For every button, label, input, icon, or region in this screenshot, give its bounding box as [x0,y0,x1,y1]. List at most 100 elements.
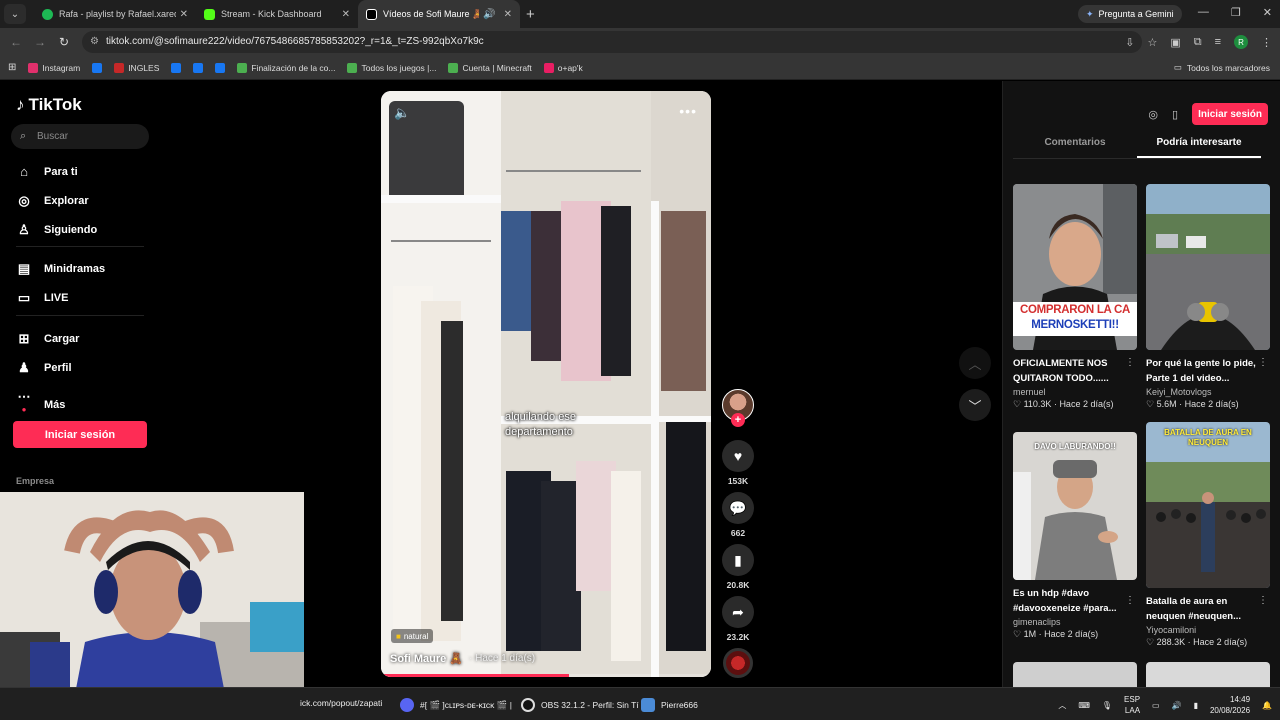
close-tab-icon[interactable]: ✕ [342,9,350,20]
video-thumbnail[interactable]: DAVO LABURANDO!! [1013,432,1137,580]
sidebar-item-cargar[interactable]: ⊞ Cargar [16,331,80,347]
more-options-icon[interactable]: ⋮ [1125,595,1135,606]
follow-plus-icon[interactable]: + [731,413,745,427]
phone-icon[interactable]: ▯ [1172,108,1178,121]
battery-icon[interactable]: ▮ [1194,701,1198,710]
video-thumbnail[interactable] [1146,184,1270,350]
extensions-icon[interactable]: ⧉ [1194,36,1202,49]
next-video-button[interactable]: ﹀ [959,389,991,421]
comment-button[interactable]: 💬 662 [722,492,754,538]
previous-video-button[interactable]: ︿ [959,347,991,379]
sidebar-item-mas[interactable]: ⋯● Más [16,389,66,420]
minimize-icon[interactable]: — [1198,6,1209,19]
more-options-icon[interactable]: ••• [679,103,697,119]
bookmark-item[interactable]: Instagram [28,62,80,73]
profile-avatar[interactable]: R [1234,35,1248,49]
video-player[interactable]: 🔈 ••• alquilando ese departamento ■ natu… [381,91,711,677]
bookmark-item[interactable]: INGLES [114,62,159,73]
bookmark-icon [448,62,459,73]
menu-icon[interactable]: ⋮ [1261,36,1272,49]
company-link[interactable]: Empresa [16,476,54,486]
search-input[interactable]: ⌕ Buscar [11,124,149,149]
tab-tiktok[interactable]: Vídeos de Sofi Maure 🧸 ( 🔊 ✕ [358,0,520,28]
tab-comentarios[interactable]: Comentarios [1013,137,1137,158]
video-progress-bar[interactable] [381,674,711,677]
bookmark-item[interactable]: Cuenta | Minecraft [448,62,532,73]
more-options-icon[interactable]: ⋮ [1125,357,1135,368]
language-indicator[interactable]: ESP LAA [1124,694,1140,716]
network-icon[interactable]: ▭ [1152,701,1160,710]
more-options-icon[interactable]: ⋮ [1258,357,1268,368]
video-author[interactable]: Sofi Maure 🧸 · Hace 1 día(s) [390,652,535,665]
music-disc-icon[interactable] [723,648,753,678]
tab-podria-interesarte[interactable]: Podría interesarte [1137,137,1261,158]
sidebar-item-explorar[interactable]: ◎ Explorar [16,193,88,209]
screenshot-icon[interactable]: ▣ [1170,36,1180,49]
url-field[interactable]: ⚙ tiktok.com/@sofimaure222/video/7675486… [82,31,1142,53]
login-button[interactable]: Iniciar sesión [13,421,147,448]
video-thumbnail[interactable] [1146,662,1270,687]
media-icon[interactable]: ≡ [1215,36,1221,48]
like-button[interactable]: ♥ 153K [722,440,754,486]
sidebar-item-minidramas[interactable]: ▤ Minidramas [16,261,105,277]
reload-icon[interactable]: ↻ [52,35,76,49]
video-card[interactable]: BATALLA DE AURA EN NEUQUEN ⋮ Batalla de a… [1146,422,1270,648]
bookmark-item[interactable]: o+ap'k [543,62,583,73]
mute-tab-icon[interactable]: 🔊 [483,9,495,20]
microphone-icon[interactable]: 🎙 [1102,701,1112,710]
close-tab-icon[interactable]: ✕ [504,9,512,20]
keyboard-icon[interactable]: ⌨ [1078,701,1090,710]
site-info-icon[interactable]: ⚙ [90,31,99,53]
tab-spotify[interactable]: Rafa - playlist by Rafael.xared | ✕ [34,0,196,28]
sidebar-item-siguiendo[interactable]: ♙ Siguiendo [16,222,97,238]
install-icon[interactable]: ⇩ [1125,36,1134,49]
sidebar-item-live[interactable]: ▭ LIVE [16,290,69,306]
bookmark-item[interactable]: Todos los juegos |... [347,62,436,73]
tiktok-logo[interactable]: ♪ TikTok [16,95,82,115]
card-author[interactable]: Keiyi_Motovlogs [1146,387,1270,397]
close-window-icon[interactable]: ✕ [1263,6,1272,19]
back-icon[interactable]: ← [4,35,28,49]
panel-login-button[interactable]: Iniciar sesión [1192,103,1268,125]
bookmark-star-icon[interactable]: ☆ [1147,36,1157,49]
sidebar-item-perfil[interactable]: ♟ Perfil [16,360,71,376]
all-bookmarks[interactable]: ▭ Todos los marcadores [1174,62,1270,73]
share-button[interactable]: ➦ 23.2K [722,596,754,642]
notifications-icon[interactable]: 🔔 [1262,701,1272,710]
taskbar-item-browser[interactable]: ick.com/popout/zapati [300,698,382,708]
restore-icon[interactable]: ❐ [1231,6,1241,19]
forward-icon[interactable]: → [28,35,52,49]
tab-kick[interactable]: Stream - Kick Dashboard ✕ [196,0,358,28]
close-tab-icon[interactable]: ✕ [180,9,188,20]
video-thumbnail[interactable]: BATALLA DE AURA EN NEUQUEN [1146,422,1270,588]
bookmark-item[interactable] [92,62,103,73]
taskbar-item-obs[interactable]: OBS 32.1.2 - Perfil: Sin Tí [521,698,639,712]
clock[interactable]: 14:49 20/08/2026 [1210,694,1250,716]
more-options-icon[interactable]: ⋮ [1258,595,1268,606]
video-thumbnail[interactable] [1013,662,1137,687]
chevron-up-icon[interactable]: ︿ [1058,700,1066,711]
video-card[interactable]: ⋮ Por qué la gente lo pide, Parte 1 del … [1146,184,1270,410]
save-button[interactable]: ▮ 20.8K [722,544,754,590]
card-author[interactable]: Yiyocamiloni [1146,625,1270,635]
taskbar-item-discord[interactable]: #[ 🎬 ]ᴄʟɪᴘs-ᴅᴇ-ᴋɪᴄᴋ 🎬 | [400,698,512,712]
coin-icon[interactable]: ◎ [1148,108,1158,121]
tab-search-icon[interactable]: ⌄ [4,4,26,24]
effect-tag[interactable]: ■ natural [391,629,434,643]
taskbar-item-pierre[interactable]: Pierre666 [641,698,698,712]
apps-icon[interactable]: ⊞ [8,62,16,73]
video-card[interactable]: COMPRARON LA CA MERNOSKETTI!! ⋮ OFICIALME… [1013,184,1137,410]
new-tab-button[interactable]: + [526,6,535,23]
bookmark-item[interactable] [193,62,204,73]
card-author[interactable]: gimenaclips [1013,617,1137,627]
gemini-button[interactable]: ✦ Pregunta a Gemini [1078,5,1182,23]
volume-icon[interactable]: 🔊 [1172,701,1182,710]
volume-icon[interactable]: 🔈 [394,105,410,121]
sidebar-item-para-ti[interactable]: ⌂ Para ti [16,164,78,179]
bookmark-item[interactable] [215,62,226,73]
card-author[interactable]: mernuel [1013,387,1137,397]
video-card[interactable]: DAVO LABURANDO!! ⋮ Es un hdp #davo #davo… [1013,432,1137,640]
bookmark-item[interactable] [171,62,182,73]
bookmark-item[interactable]: Finalización de la co... [237,62,335,73]
video-thumbnail[interactable]: COMPRARON LA CA MERNOSKETTI!! [1013,184,1137,350]
